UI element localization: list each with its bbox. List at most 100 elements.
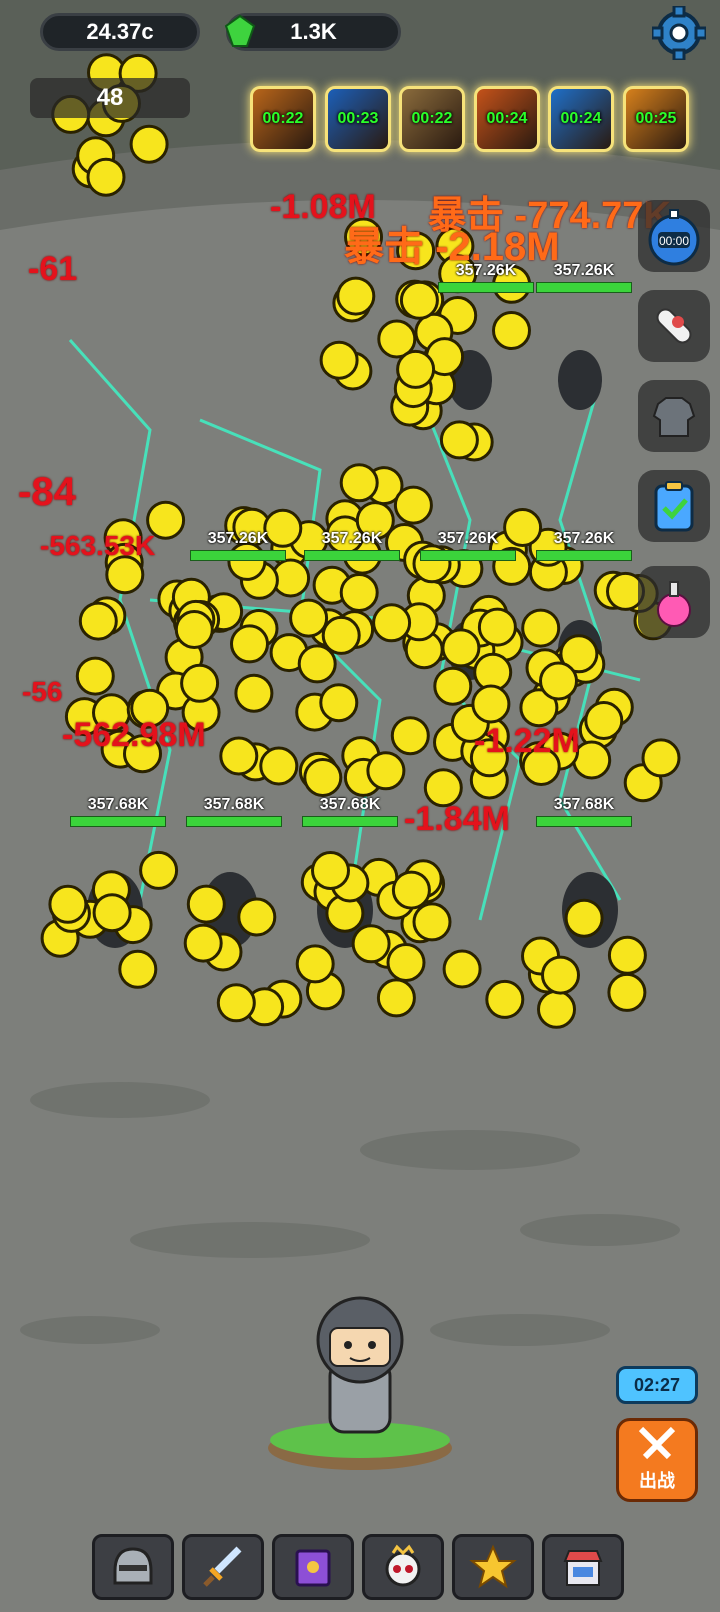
gear-icon[interactable]: [652, 6, 706, 60]
nav-weapons[interactable]: [182, 1534, 264, 1600]
tasks-button[interactable]: [638, 470, 710, 542]
damage-number: -61: [28, 250, 78, 288]
gem-counter: 1.3K: [224, 13, 401, 51]
coin[interactable]: [541, 955, 580, 995]
coin[interactable]: [174, 610, 214, 649]
coin[interactable]: [492, 311, 531, 350]
coin[interactable]: [75, 656, 115, 696]
coin[interactable]: [183, 923, 223, 963]
potion-button[interactable]: [638, 566, 710, 638]
coin[interactable]: [86, 157, 126, 197]
coin[interactable]: [311, 851, 350, 890]
coin[interactable]: [92, 893, 132, 933]
armor-button[interactable]: [638, 380, 710, 452]
coin[interactable]: [129, 124, 169, 164]
coin[interactable]: [390, 716, 430, 756]
coin[interactable]: [336, 276, 376, 316]
coin[interactable]: [339, 573, 379, 612]
coin[interactable]: [433, 666, 473, 706]
damage-number: -56: [22, 676, 63, 707]
stopwatch-button[interactable]: 00:00: [638, 200, 710, 272]
svg-text:00:00: 00:00: [659, 234, 689, 248]
knight-hero: [316, 1296, 404, 1434]
coin[interactable]: [139, 850, 179, 890]
coin[interactable]: [539, 661, 578, 701]
coin[interactable]: [393, 485, 433, 525]
deploy-button[interactable]: 出战: [616, 1418, 698, 1502]
spellbook-icon: [295, 1549, 331, 1587]
coin[interactable]: [477, 607, 517, 647]
potion-icon: [657, 581, 691, 627]
nav-skills[interactable]: [272, 1534, 354, 1600]
coin[interactable]: [471, 684, 511, 724]
coin[interactable]: [412, 902, 452, 942]
coin[interactable]: [521, 608, 561, 648]
coin[interactable]: [372, 603, 412, 643]
coin[interactable]: [259, 746, 299, 786]
coin[interactable]: [78, 601, 118, 641]
gem-amount: 1.3K: [290, 19, 337, 44]
crossed-swords-icon: [638, 1426, 676, 1460]
coin[interactable]: [607, 972, 647, 1012]
coin[interactable]: [396, 349, 436, 389]
coin[interactable]: [319, 340, 359, 380]
nav-favorites[interactable]: [452, 1534, 534, 1600]
coin[interactable]: [351, 924, 391, 964]
buff-tile: 00:24: [474, 86, 540, 152]
coin[interactable]: [439, 420, 479, 460]
coin[interactable]: [641, 738, 681, 778]
coin[interactable]: [180, 663, 220, 703]
coin[interactable]: [441, 628, 481, 668]
coin[interactable]: [230, 624, 269, 664]
nav-shop[interactable]: [542, 1534, 624, 1600]
enemy-hp: 357.26K: [190, 530, 286, 561]
coin[interactable]: [186, 884, 226, 924]
coin[interactable]: [485, 979, 525, 1019]
coin[interactable]: [48, 884, 88, 924]
coin[interactable]: [105, 555, 145, 595]
damage-number: -84: [18, 470, 76, 514]
coin[interactable]: [289, 598, 329, 638]
coin[interactable]: [118, 949, 158, 989]
sword-icon: [203, 1546, 242, 1587]
gem-icon: [224, 14, 256, 47]
coin[interactable]: [366, 751, 406, 791]
battle-countdown: 02:27: [616, 1366, 698, 1404]
buff-tile: 00:25: [623, 86, 689, 152]
coin[interactable]: [234, 673, 274, 713]
coin[interactable]: [386, 943, 426, 982]
coin[interactable]: [339, 463, 379, 503]
scroll-button[interactable]: [638, 290, 710, 362]
nav-boss[interactable]: [362, 1534, 444, 1600]
enemy-hp: 357.26K: [304, 530, 400, 561]
coin[interactable]: [607, 935, 647, 975]
enemy-hp: 357.26K: [420, 530, 516, 561]
coin[interactable]: [319, 683, 359, 723]
coin[interactable]: [295, 944, 335, 984]
coin[interactable]: [321, 615, 361, 655]
coin[interactable]: [219, 736, 259, 776]
buff-timer: 00:22: [411, 110, 453, 127]
coin[interactable]: [564, 898, 604, 938]
buff-tile: 00:23: [325, 86, 391, 152]
coin[interactable]: [237, 897, 277, 937]
coin[interactable]: [584, 701, 624, 740]
level-indicator: 48: [30, 78, 190, 118]
coin-counter: 24.37c: [40, 13, 200, 51]
level-value: 48: [96, 84, 124, 111]
coin[interactable]: [399, 280, 439, 320]
coin[interactable]: [442, 949, 482, 989]
coin[interactable]: [391, 870, 431, 910]
enemy-hp: 357.68K: [70, 796, 166, 827]
skull-icon: [385, 1544, 421, 1587]
coin[interactable]: [216, 983, 256, 1023]
damage-number: -1.84M: [404, 800, 510, 838]
coin[interactable]: [297, 644, 337, 684]
coin[interactable]: [537, 989, 576, 1029]
coin[interactable]: [376, 978, 416, 1018]
buff-tile: 00:24: [548, 86, 614, 152]
enemy-hp: 357.68K: [186, 796, 282, 827]
damage-number: -1.08M: [270, 188, 376, 226]
coin[interactable]: [303, 758, 343, 797]
nav-hero[interactable]: [92, 1534, 174, 1600]
